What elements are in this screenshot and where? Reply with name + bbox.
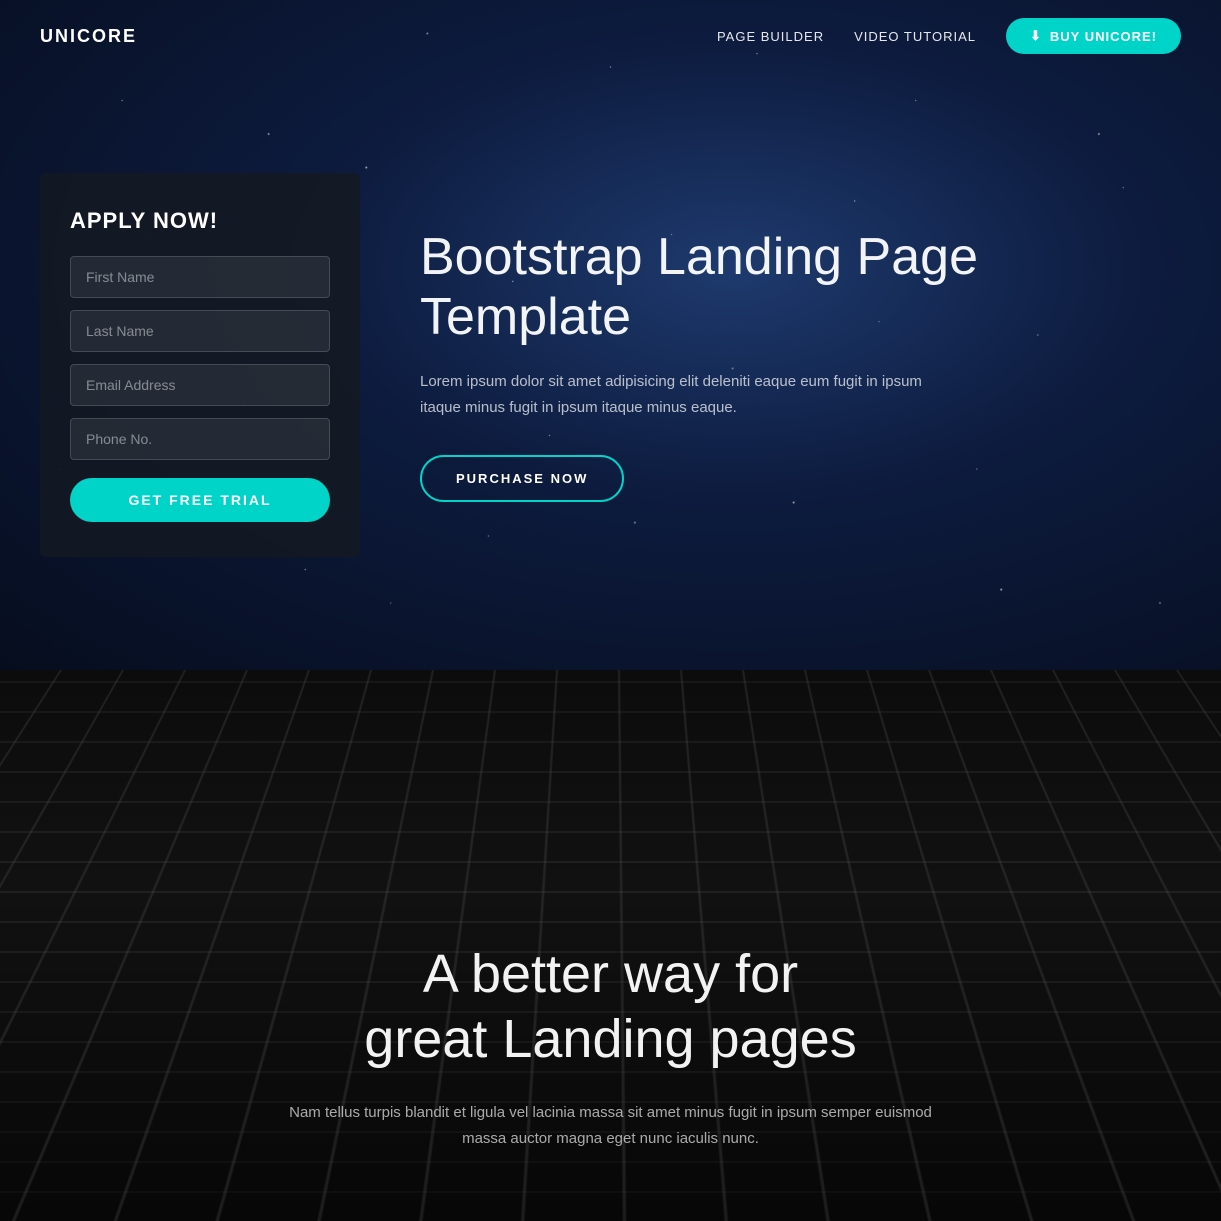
get-free-trial-button[interactable]: GET FREE TRIAL xyxy=(70,478,330,522)
apply-form-card: APPLY NOW! GET FREE TRIAL xyxy=(40,173,360,557)
purchase-now-button[interactable]: PURCHASE NOW xyxy=(420,455,624,502)
hero-content: APPLY NOW! GET FREE TRIAL Bootstrap Land… xyxy=(0,113,1221,557)
email-input[interactable] xyxy=(70,364,330,406)
phone-input[interactable] xyxy=(70,418,330,460)
last-name-input[interactable] xyxy=(70,310,330,352)
hero-description: Lorem ipsum dolor sit amet adipisicing e… xyxy=(420,369,940,420)
nav-link-video-tutorial[interactable]: VIDEO TUTORIAL xyxy=(854,29,976,44)
buy-unicore-button[interactable]: ⬇ BUY UNICORE! xyxy=(1006,18,1181,54)
hero-text: Bootstrap Landing Page Template Lorem ip… xyxy=(420,228,1181,503)
navbar: UNICORE PAGE BUILDER VIDEO TUTORIAL ⬇ BU… xyxy=(0,0,1221,72)
first-name-input[interactable] xyxy=(70,256,330,298)
section2-heading: A better way for great Landing pages xyxy=(286,942,936,1072)
second-section: A better way for great Landing pages Nam… xyxy=(0,670,1221,1221)
nav-logo: UNICORE xyxy=(40,26,137,47)
download-icon: ⬇ xyxy=(1030,28,1042,44)
hero-section: UNICORE PAGE BUILDER VIDEO TUTORIAL ⬇ BU… xyxy=(0,0,1221,670)
section2-description: Nam tellus turpis blandit et ligula vel … xyxy=(286,1100,936,1151)
hero-heading: Bootstrap Landing Page Template xyxy=(420,228,1181,348)
section2-content: A better way for great Landing pages Nam… xyxy=(246,942,976,1151)
nav-links: PAGE BUILDER VIDEO TUTORIAL ⬇ BUY UNICOR… xyxy=(717,18,1181,54)
form-title: APPLY NOW! xyxy=(70,208,330,234)
nav-link-page-builder[interactable]: PAGE BUILDER xyxy=(717,29,824,44)
